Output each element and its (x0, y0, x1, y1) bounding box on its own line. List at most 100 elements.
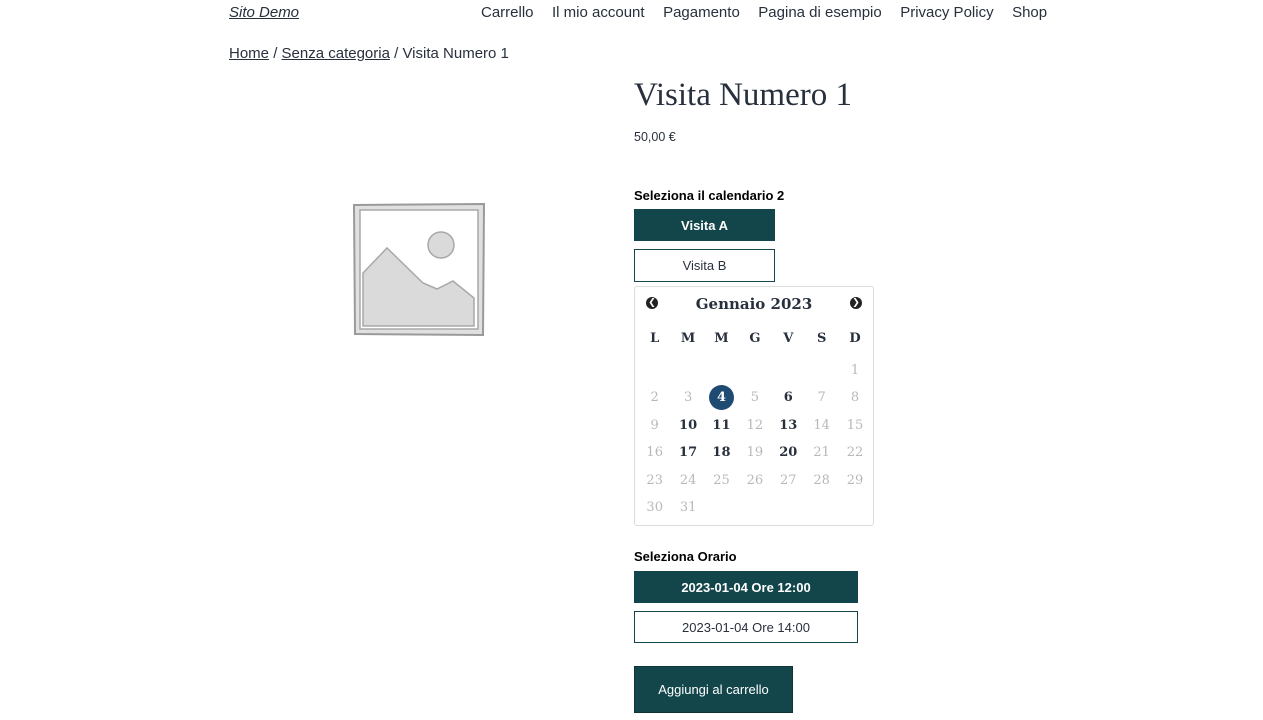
calendar-day-number: 23 (646, 472, 663, 488)
calendar-day-number: 11 (712, 417, 731, 433)
calendar-day-number: 9 (650, 417, 659, 433)
calendar-day-number: 1 (850, 363, 860, 378)
weekday-header: D (849, 331, 861, 346)
time-option-1200[interactable]: 2023-01-04 Ore 12:00 (634, 571, 858, 603)
time-select-label: Seleziona Orario (634, 549, 737, 564)
calendar-day-unavailable: 23 (638, 467, 671, 494)
image-placeholder-icon (351, 201, 486, 337)
calendar-day-number: 17 (679, 445, 698, 461)
calendar-day-available[interactable]: 10 (671, 412, 704, 439)
calendar-day-number: 28 (813, 472, 830, 488)
calendar-blank (738, 357, 771, 384)
chevron-right-icon[interactable]: ❯ (850, 297, 862, 309)
breadcrumb-separator: / (273, 45, 278, 62)
calendar-option-visita-a[interactable]: Visita A (634, 209, 775, 241)
calendar-day-unavailable: 25 (705, 467, 738, 494)
calendar-day-unavailable: 19 (738, 439, 771, 466)
calendar-day-available[interactable]: 6 (772, 384, 805, 411)
calendar-day-number: 7 (817, 390, 826, 406)
calendar-day-number: 18 (712, 445, 731, 461)
calendar-day-available[interactable]: 20 (772, 439, 805, 466)
site-title[interactable]: Sito Demo (229, 4, 299, 21)
calendar-day-unavailable: 15 (838, 412, 871, 439)
calendar-day-number: 14 (813, 417, 830, 433)
calendar-day-unavailable: 30 (638, 494, 671, 521)
calendar-day-unavailable: 5 (738, 384, 771, 411)
breadcrumb-home[interactable]: Home (229, 45, 269, 62)
calendar-day-number: 27 (779, 472, 797, 488)
calendar-day-number: 12 (746, 417, 764, 433)
breadcrumb-separator: / (394, 45, 399, 62)
calendar-day-number: 25 (713, 472, 730, 488)
calendar-day-unavailable: 31 (671, 494, 704, 521)
breadcrumb-current: Visita Numero 1 (402, 45, 509, 62)
product-title: Visita Numero 1 (634, 77, 852, 113)
product-price: 50,00 € (634, 130, 676, 144)
calendar-day-number: 22 (846, 445, 864, 461)
add-to-cart-button[interactable]: Aggiungi al carrello (634, 666, 793, 713)
calendar-day-number: 21 (813, 445, 830, 461)
calendar-day-number: 15 (846, 417, 864, 433)
main-nav: Carrello Il mio account Pagamento Pagina… (481, 4, 1066, 21)
calendar-day-number: 31 (679, 499, 697, 515)
weekday-header: S (816, 331, 827, 346)
time-option-1400[interactable]: 2023-01-04 Ore 14:00 (634, 611, 858, 643)
calendar-day-number: 8 (850, 390, 860, 406)
calendar-day-number: 6 (783, 390, 793, 406)
calendar-day-unavailable: 28 (805, 467, 838, 494)
calendar-day-unavailable: 22 (838, 439, 871, 466)
calendar-day-available[interactable]: 13 (772, 412, 805, 439)
calendar-grid: L M M G V S D 1 2 3 4 5 6 7 8 9 10 11 12 13 14 15 16 17 18 19 20 21… (635, 325, 873, 521)
calendar-day-available[interactable]: 11 (705, 412, 738, 439)
calendar-day-unavailable: 2 (638, 384, 671, 411)
calendar-day-selected[interactable]: 4 (705, 384, 738, 411)
calendar-day-available[interactable]: 18 (705, 439, 738, 466)
calendar-blank (638, 357, 671, 384)
calendar-blank (805, 357, 838, 384)
breadcrumb-category[interactable]: Senza categoria (282, 45, 390, 62)
nav-item-pagamento[interactable]: Pagamento (663, 4, 740, 21)
weekday-header: G (749, 331, 761, 346)
weekday-header: M (714, 331, 729, 346)
calendar-day-unavailable: 3 (671, 384, 704, 411)
weekday-header: V (783, 331, 794, 346)
calendar-day-unavailable: 12 (738, 412, 771, 439)
calendar-day-unavailable: 16 (638, 439, 671, 466)
calendar-day-unavailable: 1 (838, 357, 871, 384)
calendar-day-available[interactable]: 17 (671, 439, 704, 466)
calendar-day-unavailable: 9 (638, 412, 671, 439)
calendar-day-number: 20 (779, 445, 798, 461)
calendar-day-unavailable: 21 (805, 439, 838, 466)
calendar-select-label: Seleziona il calendario 2 (634, 188, 785, 203)
calendar-option-visita-b[interactable]: Visita B (634, 249, 775, 282)
weekday-header: L (650, 331, 660, 346)
calendar-blank (772, 357, 805, 384)
nav-item-pagina-esempio[interactable]: Pagina di esempio (758, 4, 881, 21)
calendar-day-unavailable: 8 (838, 384, 871, 411)
calendar-day-number: 16 (646, 445, 663, 461)
calendar-day-unavailable: 24 (671, 467, 704, 494)
calendar-day-number: 26 (746, 472, 764, 488)
calendar-day-unavailable: 29 (838, 467, 871, 494)
calendar-month-label: Gennaio 2023 (695, 295, 813, 313)
nav-item-privacy[interactable]: Privacy Policy (900, 4, 993, 21)
calendar-day-unavailable: 26 (738, 467, 771, 494)
calendar-day-unavailable: 14 (805, 412, 838, 439)
nav-item-shop[interactable]: Shop (1012, 4, 1047, 21)
calendar-day-unavailable: 27 (772, 467, 805, 494)
calendar-day-unavailable: 7 (805, 384, 838, 411)
calendar-blank (671, 357, 704, 384)
calendar-day-number: 13 (779, 417, 798, 433)
nav-item-account[interactable]: Il mio account (552, 4, 645, 21)
calendar-blank (705, 357, 738, 384)
weekday-header: M (680, 331, 696, 346)
calendar-day-number: 30 (646, 499, 663, 515)
calendar-day-number: 3 (683, 390, 693, 406)
calendar-day-number: 10 (679, 417, 698, 433)
calendar-day-number: 29 (846, 472, 864, 488)
nav-item-carrello[interactable]: Carrello (481, 4, 534, 21)
calendar-day-number: 2 (650, 390, 659, 406)
calendar-day-number: 4 (708, 385, 734, 411)
calendar-day-number: 24 (679, 472, 697, 488)
calendar-day-number: 19 (746, 445, 764, 461)
